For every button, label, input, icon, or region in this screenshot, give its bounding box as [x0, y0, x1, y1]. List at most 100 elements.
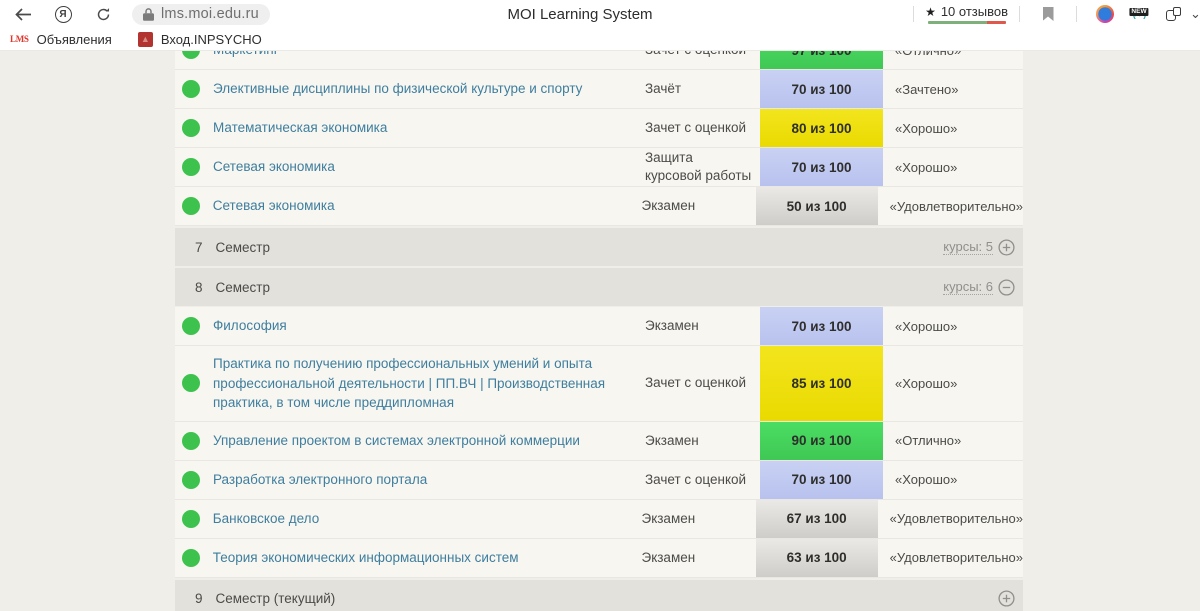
course-row: Философия Экзамен70 из 100«Хорошо» [175, 307, 1023, 346]
course-name-cell: Элективные дисциплины по физической куль… [213, 71, 645, 107]
status-cell [175, 80, 213, 98]
semester-courses: курсы: 6 [943, 279, 1015, 296]
score-cell: 67 из 100 [756, 500, 878, 538]
course-name-cell: Разработка электронного портала [213, 462, 645, 498]
back-button[interactable] [10, 2, 36, 26]
semester-label: Семестр [216, 240, 271, 255]
control-type: Экзамен [641, 510, 755, 528]
course-name-cell: Практика по получению профессиональных у… [213, 346, 645, 421]
bookmarks-bar: LMS Объявления ▲ Вход.INPSYCHO [0, 28, 1200, 51]
grade-text: «Хорошо» [883, 319, 1023, 334]
course-link[interactable]: Теория экономических информационных сист… [213, 550, 519, 565]
status-dot-icon [182, 51, 200, 59]
control-type: Экзамен [645, 317, 760, 335]
course-name-cell: Сетевая экономика [213, 188, 642, 224]
bookmark-item-inpsycho[interactable]: ▲ Вход.INPSYCHO [138, 32, 262, 47]
bookmark-flag-icon [1043, 7, 1054, 21]
control-type: Зачет с оценкой [645, 51, 760, 59]
bookmark-page-button[interactable] [1031, 7, 1065, 21]
score-cell: 70 из 100 [760, 70, 883, 108]
course-link[interactable]: Сетевая экономика [213, 198, 335, 213]
grade-text: «Удовлетворительно» [878, 511, 1023, 526]
semester-row[interactable]: 9Семестр (текущий) [175, 580, 1023, 611]
course-name-cell: Управление проектом в системах электронн… [213, 423, 645, 459]
grade-text: «Зачтено» [883, 82, 1023, 97]
reviews-rating[interactable]: ★ 10 отзывов [925, 4, 1008, 24]
inpsycho-favicon: ▲ [138, 32, 153, 47]
grade-text: «Удовлетворительно» [878, 550, 1023, 565]
collections-icon [1166, 7, 1181, 21]
downloads-icon[interactable]: ⌄ [1190, 6, 1200, 22]
semester-row[interactable]: 8 Семестр курсы: 6 [175, 268, 1023, 306]
course-name-cell: Математическая экономика [213, 110, 645, 146]
course-link[interactable]: Банковское дело [213, 511, 319, 526]
status-cell [175, 119, 213, 137]
score-cell: 63 из 100 [756, 539, 878, 577]
bookmark-label: Объявления [37, 32, 112, 47]
yandex-browser-button[interactable]: Я [50, 2, 76, 26]
control-type: Зачет с оценкой [645, 471, 760, 489]
course-row: Сетевая экономикаЭкзамен50 из 100«Удовле… [175, 187, 1023, 226]
course-link[interactable]: Практика по получению профессиональных у… [213, 356, 605, 410]
score-cell: 70 из 100 [760, 307, 883, 345]
course-link[interactable]: Управление проектом в системах электронн… [213, 433, 580, 448]
semester-number: 8 [195, 280, 203, 295]
bookmark-item-announcements[interactable]: LMS Объявления [10, 32, 112, 47]
score-cell: 97 из 100 [760, 51, 883, 69]
status-cell [175, 317, 213, 335]
course-name-cell: Теория экономических информационных сист… [213, 540, 642, 576]
page-content: МаркетингЗачет с оценкой97 из 100«Отличн… [0, 51, 1200, 611]
status-cell [175, 374, 213, 392]
control-type: Зачет с оценкой [645, 374, 760, 392]
courses-count-link[interactable]: курсы: 6 [943, 279, 993, 295]
collections-button[interactable] [1156, 7, 1190, 21]
semester-row[interactable]: 7 Семестр курсы: 5 [175, 228, 1023, 266]
semester-number: 7 [195, 240, 203, 255]
grade-text: «Хорошо» [883, 376, 1023, 391]
address-bar[interactable]: lms.moi.edu.ru [132, 4, 270, 25]
status-cell [175, 510, 213, 528]
media-new-button[interactable]: (⌐⌐) NEW [1122, 10, 1156, 18]
status-cell [175, 51, 213, 59]
course-row: Практика по получению профессиональных у… [175, 346, 1023, 422]
course-link[interactable]: Разработка электронного портала [213, 472, 427, 487]
course-link[interactable]: Философия [213, 318, 287, 333]
extension-button[interactable] [1088, 5, 1122, 23]
back-arrow-icon [15, 8, 32, 21]
semester-label: Семестр [216, 280, 271, 295]
course-row: Элективные дисциплины по физической куль… [175, 70, 1023, 109]
collapse-icon[interactable] [998, 279, 1015, 296]
status-dot-icon [182, 158, 200, 176]
control-type: Зачет с оценкой [645, 119, 760, 137]
status-cell [175, 432, 213, 450]
courses-count-link[interactable]: курсы: 5 [943, 239, 993, 255]
status-dot-icon [182, 510, 200, 528]
status-dot-icon [182, 549, 200, 567]
score-cell: 50 из 100 [756, 187, 878, 225]
refresh-button[interactable] [90, 2, 116, 26]
divider [1076, 6, 1077, 22]
status-dot-icon [182, 119, 200, 137]
score-cell: 70 из 100 [760, 461, 883, 499]
course-link[interactable]: Элективные дисциплины по физической куль… [213, 81, 582, 96]
bookmark-label: Вход.INPSYCHO [161, 32, 262, 47]
course-name-cell: Сетевая экономика [213, 149, 645, 185]
course-row: Разработка электронного портала Зачет с о… [175, 461, 1023, 500]
score-cell: 70 из 100 [760, 148, 883, 186]
course-name-cell: Маркетинг [213, 51, 645, 68]
url-text: lms.moi.edu.ru [161, 6, 259, 22]
lock-icon [143, 8, 154, 21]
status-dot-icon [182, 374, 200, 392]
expand-icon[interactable] [998, 590, 1015, 607]
expand-icon[interactable] [998, 239, 1015, 256]
status-cell [175, 471, 213, 489]
status-cell [175, 197, 213, 215]
course-link[interactable]: Сетевая экономика [213, 159, 335, 174]
course-row: Теория экономических информационных сист… [175, 539, 1023, 578]
course-link[interactable]: Математическая экономика [213, 120, 387, 135]
browser-chrome: Я lms.moi.edu.ru MOI Learning System ★ 1… [0, 0, 1200, 28]
course-link[interactable]: Маркетинг [213, 51, 279, 57]
score-cell: 85 из 100 [760, 346, 883, 421]
refresh-icon [96, 7, 111, 22]
status-dot-icon [182, 197, 200, 215]
